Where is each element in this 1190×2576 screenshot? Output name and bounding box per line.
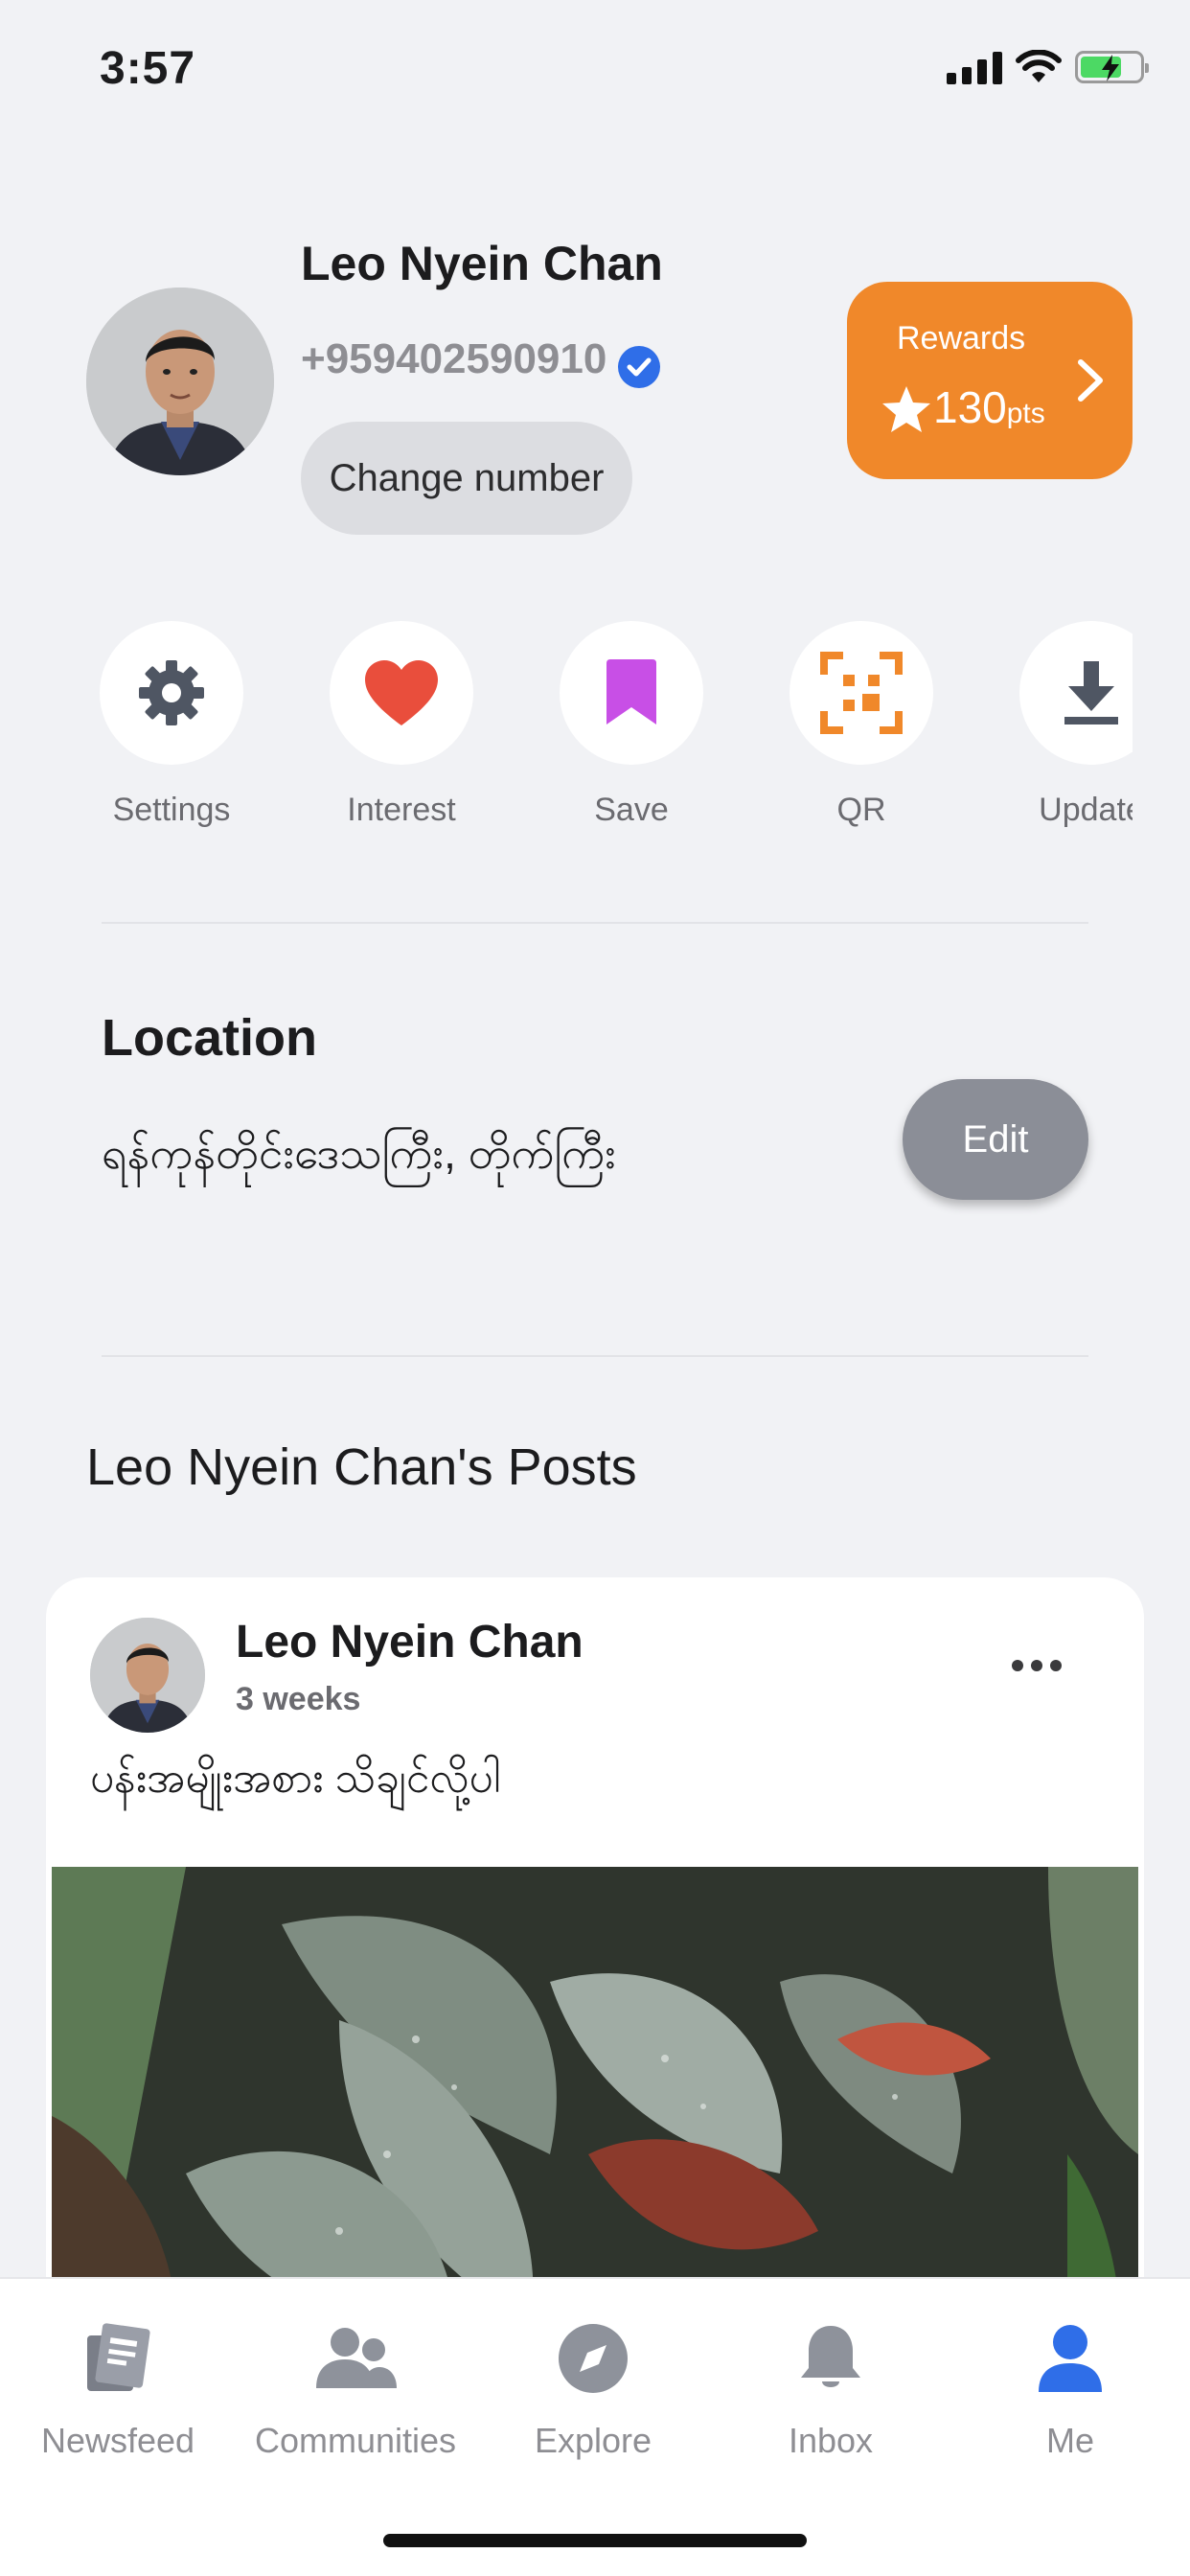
quick-actions: Settings Interest Save QR Updat — [0, 621, 1133, 851]
action-settings[interactable]: Settings — [76, 621, 267, 829]
compass-icon — [559, 2324, 628, 2393]
divider — [102, 922, 1088, 924]
qr-scan-icon — [820, 652, 903, 734]
signal-icon — [947, 50, 1002, 84]
bell-icon — [801, 2326, 860, 2387]
profile-name: Leo Nyein Chan — [301, 237, 663, 290]
action-qr[interactable]: QR — [766, 621, 957, 829]
action-interest[interactable]: Interest — [306, 621, 497, 829]
communities-icon — [316, 2328, 397, 2388]
wifi-icon — [1016, 50, 1062, 82]
gear-icon — [139, 660, 204, 725]
rewards-label: Rewards — [897, 320, 1026, 356]
action-label: QR — [836, 792, 886, 828]
posts-section-title: Leo Nyein Chan's Posts — [86, 1438, 637, 1496]
action-label: Settings — [112, 792, 231, 828]
tab-label: Communities — [254, 2421, 457, 2460]
status-icons — [947, 50, 1149, 84]
star-icon — [882, 386, 930, 432]
tab-label: Me — [1045, 2421, 1094, 2460]
location-value: ရန်ကုန်တိုင်းဒေသကြီး, တိုက်ကြီး — [102, 1128, 616, 1178]
tab-explore[interactable]: Explore — [488, 2315, 698, 2461]
profile-avatar[interactable] — [86, 288, 274, 475]
person-icon — [1039, 2325, 1102, 2392]
action-label: Interest — [347, 792, 456, 828]
post-text: ပန်းအမျိုးအစား သိချင်လို့ပါ — [90, 1755, 501, 1802]
tab-label: Explore — [534, 2421, 652, 2460]
tab-communities[interactable]: Communities — [250, 2315, 461, 2461]
action-label: Update — [1039, 792, 1133, 828]
more-options-icon[interactable] — [1012, 1660, 1062, 1671]
profile-phone: +959402590910 — [301, 335, 607, 382]
download-icon — [1064, 661, 1118, 724]
rewards-points: 130pts — [933, 382, 1045, 432]
post-author-name[interactable]: Leo Nyein Chan — [236, 1616, 584, 1668]
action-update[interactable]: Update — [995, 621, 1133, 829]
rewards-card[interactable]: Rewards 130pts — [847, 282, 1133, 479]
tab-label: Inbox — [788, 2421, 874, 2460]
bookmark-icon — [606, 659, 656, 724]
heart-icon — [365, 660, 438, 725]
post-timestamp: 3 weeks — [236, 1681, 361, 1717]
verified-icon — [618, 346, 660, 388]
battery-icon — [1075, 51, 1149, 83]
post-author-avatar[interactable] — [90, 1618, 205, 1733]
tab-me[interactable]: Me — [965, 2315, 1176, 2461]
tab-inbox[interactable]: Inbox — [725, 2315, 936, 2461]
edit-location-button[interactable]: Edit — [903, 1079, 1088, 1200]
chevron-right-icon — [1078, 359, 1103, 402]
bottom-tab-bar: Newsfeed Communities Explore Inbox Me — [0, 2277, 1190, 2576]
status-bar: 3:57 — [0, 0, 1190, 134]
status-time: 3:57 — [100, 43, 196, 94]
divider — [102, 1355, 1088, 1357]
location-title: Location — [102, 1009, 317, 1067]
action-label: Save — [594, 792, 669, 828]
tab-newsfeed[interactable]: Newsfeed — [12, 2315, 223, 2461]
newsfeed-icon — [87, 2323, 150, 2391]
tab-label: Newsfeed — [40, 2421, 195, 2460]
rewards-unit: pts — [1006, 398, 1045, 429]
change-number-button[interactable]: Change number — [301, 422, 632, 535]
action-save[interactable]: Save — [536, 621, 727, 829]
home-indicator — [383, 2534, 807, 2547]
